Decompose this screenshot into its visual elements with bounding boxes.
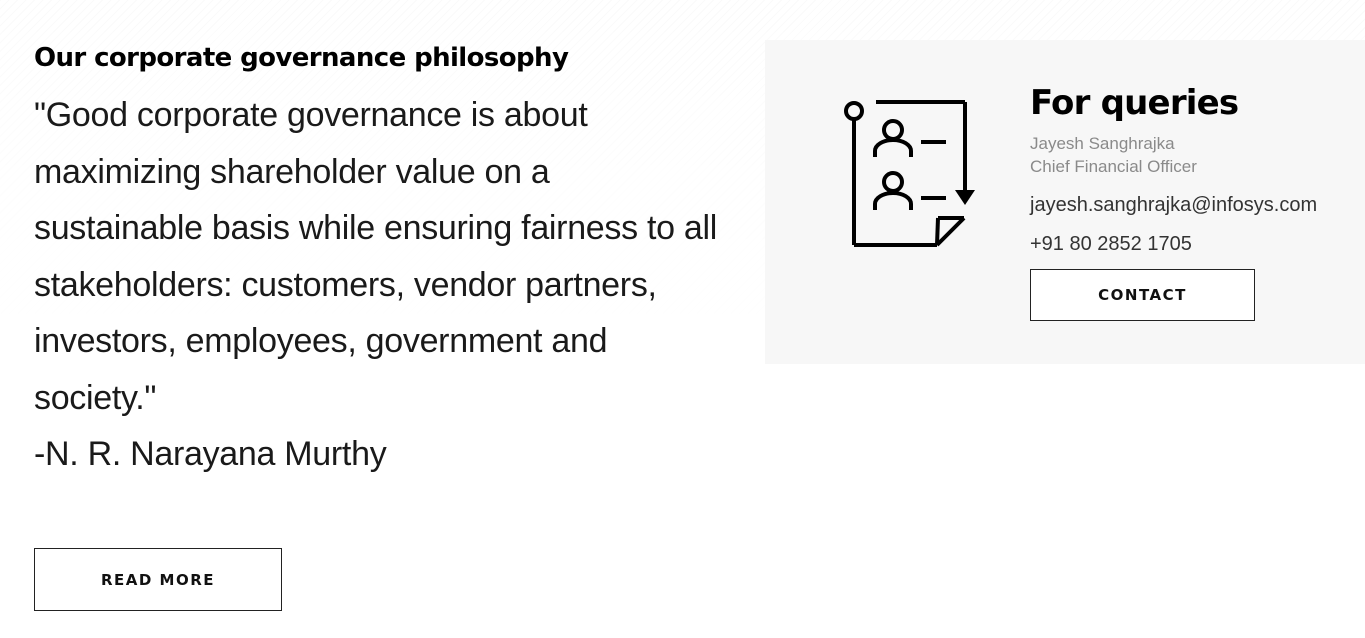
read-more-button[interactable]: READ MORE: [34, 548, 282, 611]
governance-heading: Our corporate governance philosophy: [34, 43, 569, 73]
queries-content: For queries Jayesh Sanghrajka Chief Fina…: [1030, 80, 1350, 321]
governance-section: Our corporate governance philosophy "Goo…: [34, 40, 734, 482]
contact-phone: +91 80 2852 1705: [1030, 233, 1192, 255]
contact-list-icon: [842, 95, 980, 253]
quote-author: -N. R. Narayana Murthy: [34, 435, 387, 473]
governance-quote: "Good corporate governance is about maxi…: [34, 96, 717, 417]
queries-title: For queries: [1030, 83, 1239, 123]
contact-role: Chief Financial Officer: [1030, 157, 1197, 176]
contact-email-link[interactable]: jayesh.sanghrajka@infosys.com: [1030, 192, 1350, 218]
contact-button[interactable]: CONTACT: [1030, 269, 1255, 321]
contact-name: Jayesh Sanghrajka: [1030, 134, 1175, 153]
queries-card: For queries Jayesh Sanghrajka Chief Fina…: [765, 40, 1365, 364]
